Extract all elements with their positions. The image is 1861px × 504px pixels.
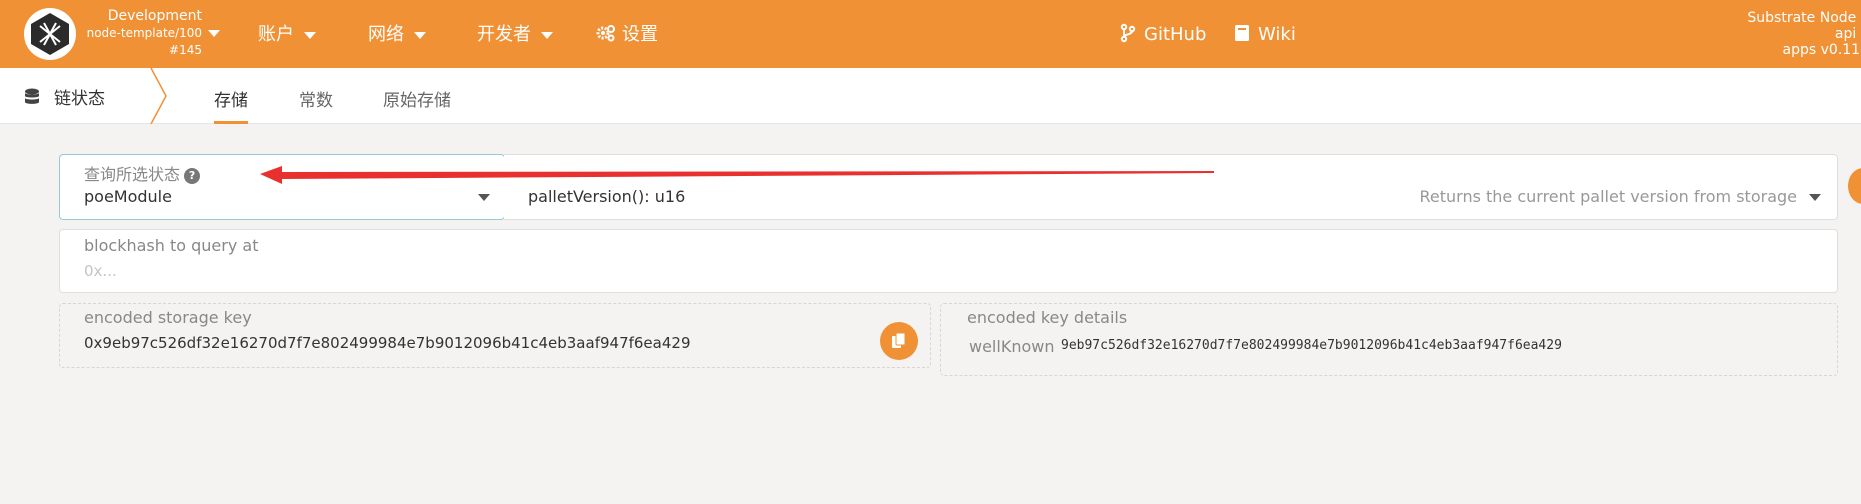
nav-wiki[interactable]: Wiki [1232, 22, 1296, 48]
chain-selector[interactable]: Development node-template/100 #145 [82, 8, 202, 59]
substrate-logo[interactable] [24, 8, 76, 60]
query-label: 查询所选状态? [84, 161, 201, 185]
chevron-down-icon [478, 194, 490, 201]
chevron-down-icon [541, 31, 553, 39]
key-details-name: wellKnown [969, 337, 1055, 356]
nav-network[interactable]: 网络 [368, 22, 426, 48]
chain-name: Development [107, 8, 202, 24]
gears-icon [596, 25, 615, 42]
help-icon[interactable]: ? [184, 168, 201, 184]
module-value: poeModule [84, 187, 172, 206]
tab-raw-storage-label: 原始存储 [383, 91, 451, 111]
chain-dropdown-icon[interactable] [208, 30, 220, 37]
nav-wiki-label: Wiki [1258, 24, 1296, 45]
key-details-label: encoded key details [967, 308, 1128, 327]
nav-accounts[interactable]: 账户 [258, 22, 316, 48]
storage-key-label: encoded storage key [84, 308, 252, 327]
api-version: api v [1834, 26, 1861, 42]
nav-network-label: 网络 [368, 24, 404, 45]
chevron-down-icon [1809, 194, 1821, 201]
nav-settings[interactable]: 设置 [596, 22, 658, 48]
chevron-down-icon [304, 31, 316, 39]
nav-developer-label: 开发者 [477, 24, 531, 45]
logo-icon [31, 13, 69, 55]
node-version: Substrate Node v [1747, 10, 1861, 26]
version-info: Substrate Node v api v apps v0.112 [1747, 10, 1861, 58]
nav-settings-label: 设置 [622, 24, 658, 45]
storage-key-value: 0x9eb97c526df32e16270d7f7e802499984e7b90… [84, 334, 691, 352]
chain-block: #145 [169, 43, 202, 57]
tab-constants-label: 常数 [299, 91, 333, 111]
nav-developer[interactable]: 开发者 [477, 22, 553, 48]
code-branch-icon [1120, 23, 1136, 43]
storage-key-box: encoded storage key 0x9eb97c526df32e1627… [59, 303, 931, 368]
breadcrumb-separator [150, 68, 167, 124]
nav-github-label: GitHub [1144, 24, 1207, 45]
tab-raw-storage[interactable]: 原始存储 [383, 86, 451, 124]
section-label: 链状态 [54, 89, 105, 109]
tab-constants[interactable]: 常数 [299, 86, 333, 124]
blockhash-input[interactable]: 0x... [84, 262, 117, 280]
tab-storage[interactable]: 存储 [214, 86, 248, 124]
key-details-box: encoded key details wellKnown 9eb97c526d… [940, 303, 1838, 376]
chevron-down-icon [414, 31, 426, 39]
copy-button[interactable] [880, 322, 918, 360]
blockhash-field[interactable]: blockhash to query at 0x... [59, 229, 1838, 293]
copy-icon [892, 332, 906, 348]
run-query-button[interactable] [1848, 168, 1861, 204]
section-chain-state: 链状态 [24, 84, 105, 109]
sub-navbar: 链状态 存储 常数 原始存储 [0, 68, 1861, 124]
database-icon [25, 88, 39, 104]
blockhash-label: blockhash to query at [84, 236, 259, 255]
nav-github[interactable]: GitHub [1118, 22, 1206, 48]
top-navbar: Development node-template/100 #145 账户 网络… [0, 0, 1861, 68]
method-description: Returns the current pallet version from … [1419, 187, 1797, 206]
chain-runtime: node-template/100 [86, 26, 202, 40]
nav-accounts-label: 账户 [258, 24, 294, 45]
apps-version: apps v0.112 [1782, 42, 1861, 58]
book-icon [1235, 25, 1249, 41]
key-details-value: 9eb97c526df32e16270d7f7e802499984e7b9012… [1061, 338, 1562, 353]
query-label-text: 查询所选状态 [84, 165, 181, 184]
annotation-arrow [260, 166, 1214, 184]
tab-storage-label: 存储 [214, 91, 248, 111]
